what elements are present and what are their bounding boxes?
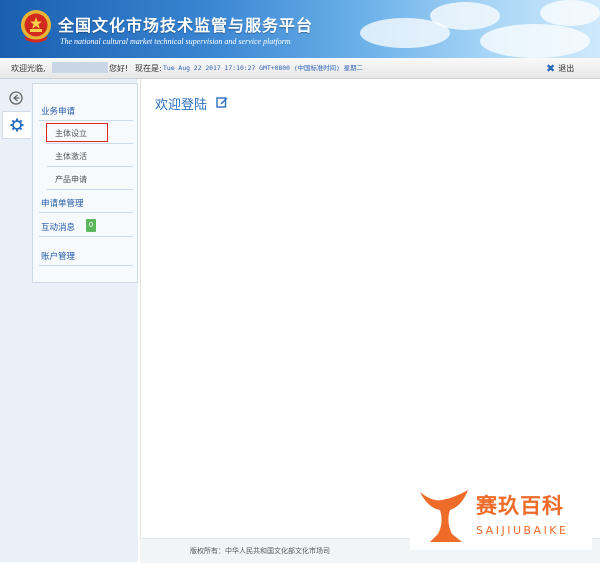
menu-label: 主体激活 xyxy=(55,152,87,161)
sidebar: 业务申请 主体设立 主体激活 产品申请 申请单管理 互动消息 0 账户管理 xyxy=(32,79,138,562)
logout-label: 退出 xyxy=(558,63,575,73)
page-title: 欢迎登陆 xyxy=(155,98,208,113)
edit-icon xyxy=(216,97,228,108)
menu-application-management[interactable]: 申请单管理 xyxy=(39,194,133,213)
menu-label: 业务申请 xyxy=(41,107,76,117)
menu-interactive-messages[interactable]: 互动消息 0 xyxy=(39,217,133,237)
platform-subtitle: The national cultural market technical s… xyxy=(60,37,291,46)
watermark-name: 赛玖百科 xyxy=(476,494,564,518)
watermark-latin: SAIJIUBAIKE xyxy=(476,524,569,537)
cloud-decoration xyxy=(430,2,500,30)
national-emblem-icon xyxy=(21,10,51,43)
platform-title: 全国文化市场技术监管与服务平台 xyxy=(58,16,314,35)
collapse-sidebar-button[interactable] xyxy=(2,85,30,111)
cloud-decoration xyxy=(540,0,600,26)
annotation-highlight-box xyxy=(46,123,108,142)
close-x-icon: ✖ xyxy=(546,61,556,75)
sidebar-menu: 业务申请 主体设立 主体激活 产品申请 申请单管理 互动消息 0 账户管理 xyxy=(32,83,138,283)
menu-entity-activate[interactable]: 主体激活 xyxy=(47,147,133,167)
message-count-badge: 0 xyxy=(86,219,96,232)
menu-business-application[interactable]: 业务申请 xyxy=(39,102,133,121)
menu-label: 申请单管理 xyxy=(41,199,84,209)
logout-button[interactable]: ✖ 退出 xyxy=(546,61,574,75)
menu-label: 账户管理 xyxy=(41,252,76,262)
circle-arrow-left-icon xyxy=(9,91,23,105)
masked-username xyxy=(52,62,108,73)
status-bar: 欢迎光临, 您好! 现在是: Tue Aug 22 2017 17:10:27 … xyxy=(0,58,600,79)
welcome-label: 欢迎光临, xyxy=(11,64,46,73)
cloud-decoration xyxy=(480,24,590,58)
menu-account-management[interactable]: 账户管理 xyxy=(39,247,133,266)
greeting-label: 您好! xyxy=(109,64,129,73)
now-label: 现在是: xyxy=(135,64,162,73)
current-datetime: Tue Aug 22 2017 17:10:27 GMT+0800 (中国标准时… xyxy=(163,64,363,72)
gear-icon xyxy=(10,118,24,132)
menu-product-application[interactable]: 产品申请 xyxy=(47,170,133,190)
whale-tail-logo-icon xyxy=(420,490,468,542)
menu-label: 产品申请 xyxy=(55,175,87,184)
copyright-text: 版权所有：中华人民共和国文化部文化市场司 xyxy=(190,547,330,555)
header-banner: 全国文化市场技术监管与服务平台 The national cultural ma… xyxy=(0,0,600,58)
menu-label: 互动消息 xyxy=(41,223,76,233)
watermark: 赛玖百科 SAIJIUBAIKE xyxy=(410,482,592,550)
icon-column xyxy=(0,79,33,562)
settings-tab-button[interactable] xyxy=(2,111,31,139)
